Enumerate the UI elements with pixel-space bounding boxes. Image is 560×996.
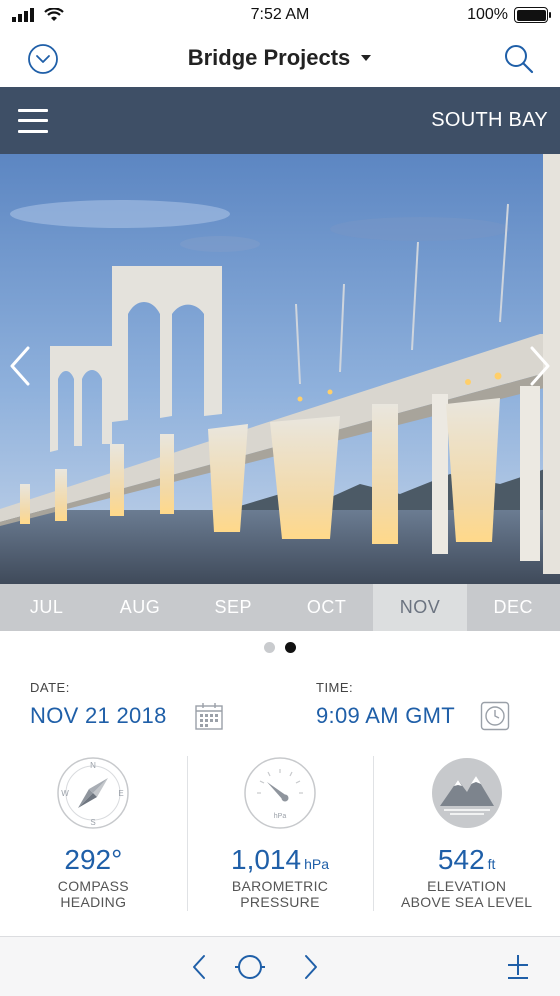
pressure-value-line: 1,014 hPa — [231, 844, 329, 876]
pressure-gauge: hPa 1,014 hPa BAROMETRIC PRESSURE — [186, 756, 374, 916]
bridge-image — [0, 154, 560, 584]
month-tab[interactable]: DEC — [467, 584, 560, 631]
add-button[interactable] — [502, 951, 534, 983]
refresh-button[interactable] — [234, 951, 266, 983]
barometer-icon: hPa — [244, 757, 316, 829]
compass-caption-line2: HEADING — [60, 894, 127, 910]
menu-icon-line — [18, 108, 48, 112]
compass-caption: COMPASS HEADING — [58, 878, 129, 910]
previous-photo-button[interactable] — [6, 344, 36, 388]
compass-s: S — [91, 818, 96, 827]
elevation-value: 542 — [437, 844, 485, 875]
bottom-toolbar — [0, 936, 560, 996]
battery-percent: 100% — [467, 6, 508, 23]
compass-e: E — [119, 789, 124, 798]
location-bar: SOUTH BAY — [0, 87, 560, 154]
elevation-value-line: 542 ft — [438, 844, 496, 876]
compass-w: W — [62, 789, 70, 798]
project-selector[interactable]: Bridge Projects — [188, 45, 373, 71]
time-label: TIME: — [316, 680, 354, 695]
nav-title: Bridge Projects — [187, 45, 351, 70]
nav-bar: Bridge Projects — [0, 30, 560, 86]
compass-caption-line1: COMPASS — [57, 878, 129, 894]
clock-icon[interactable] — [480, 701, 510, 731]
month-tab[interactable]: NOV — [373, 584, 467, 631]
mountain-icon — [431, 758, 502, 828]
page-dot[interactable] — [264, 642, 275, 653]
chevron-down-circle-icon — [28, 44, 58, 74]
menu-icon-line — [18, 129, 48, 133]
pressure-value: 1,014 — [231, 844, 302, 875]
compass-icon: N E S W — [57, 757, 130, 829]
menu-button[interactable] — [18, 108, 48, 133]
status-left — [12, 8, 64, 22]
bridge-photo — [0, 154, 560, 584]
elevation-gauge: 542 ft ELEVATION ABOVE SEA LEVEL — [373, 756, 560, 916]
elevation-caption: ELEVATION ABOVE SEA LEVEL — [401, 878, 532, 910]
month-selector: JUL AUG SEP OCT NOV DEC — [0, 584, 560, 631]
collapse-button[interactable] — [24, 40, 62, 78]
time-field: TIME: 9:09 AM GMT — [316, 680, 536, 731]
date-label: DATE: — [30, 680, 70, 695]
month-tab[interactable]: OCT — [280, 584, 373, 631]
signal-icon — [12, 8, 34, 22]
chevron-left-icon — [10, 346, 30, 386]
page-dot[interactable] — [285, 642, 296, 653]
page-indicator — [0, 642, 560, 653]
status-right: 100% — [467, 6, 551, 24]
calendar-icon[interactable] — [194, 701, 224, 731]
elevation-unit: ft — [487, 856, 496, 872]
sensor-readings: N E S W 292° COMPASS HEADING hPa 1,014 h… — [0, 756, 560, 916]
elevation-caption-line2: ABOVE SEA LEVEL — [401, 894, 533, 910]
pressure-caption: BAROMETRIC PRESSURE — [232, 878, 328, 910]
search-icon — [505, 45, 534, 74]
compass-gauge: N E S W 292° COMPASS HEADING — [0, 756, 187, 916]
date-field: DATE: NOV 21 2018 — [30, 680, 230, 731]
compass-value: 292° — [64, 844, 123, 875]
search-button[interactable] — [500, 40, 538, 78]
caret-down-icon — [361, 55, 372, 61]
pressure-caption-line1: BAROMETRIC — [231, 878, 329, 894]
battery-fill — [516, 9, 546, 21]
status-bar: 7:52 AM 100% — [0, 0, 560, 30]
back-button[interactable] — [184, 951, 216, 983]
pressure-caption-line2: PRESSURE — [240, 894, 320, 910]
pressure-unit: hPa — [304, 856, 329, 872]
forward-button[interactable] — [294, 951, 326, 983]
barometer-unit-label: hPa — [274, 813, 287, 820]
month-tab[interactable]: JUL — [0, 584, 93, 631]
wifi-icon — [44, 8, 64, 21]
chevron-right-icon — [530, 346, 550, 386]
next-photo-button[interactable] — [524, 344, 554, 388]
menu-icon-line — [18, 119, 48, 122]
compass-n: N — [90, 761, 96, 770]
month-tab[interactable]: AUG — [93, 584, 186, 631]
battery-icon — [514, 7, 551, 23]
elevation-caption-line1: ELEVATION — [427, 878, 507, 894]
location-name: SOUTH BAY — [431, 109, 548, 131]
month-tab[interactable]: SEP — [187, 584, 280, 631]
